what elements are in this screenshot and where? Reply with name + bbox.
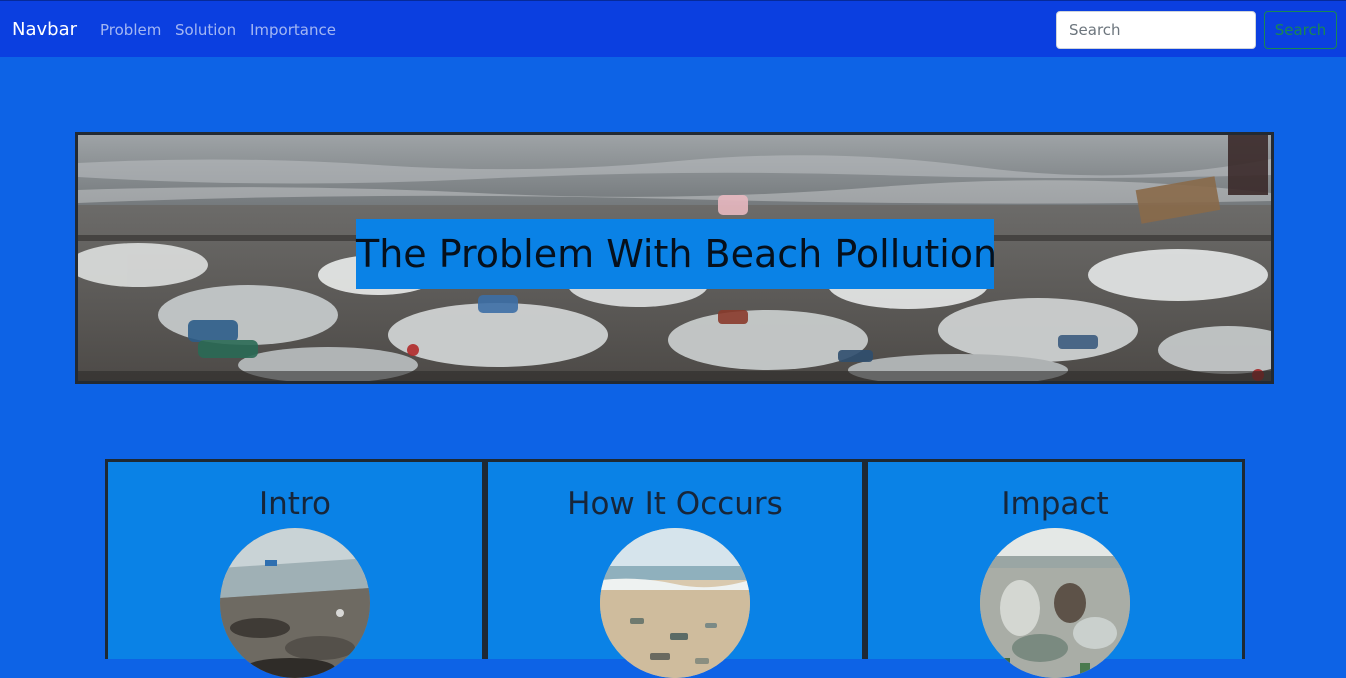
impact-thumbnail-image	[980, 528, 1130, 678]
hero-banner: The Problem With Beach Pollution	[75, 132, 1274, 384]
navbar: Navbar Problem Solution Importance Searc…	[0, 0, 1346, 57]
how-it-occurs-thumbnail-image	[600, 528, 750, 678]
intro-thumbnail-image	[220, 528, 370, 678]
search-input[interactable]	[1056, 11, 1256, 49]
card-title: How It Occurs	[567, 486, 783, 522]
hero-title: The Problem With Beach Pollution	[356, 219, 997, 289]
card-impact: Impact	[865, 459, 1245, 678]
navbar-brand[interactable]: Navbar	[12, 18, 77, 42]
card-intro: Intro	[105, 459, 485, 678]
search-button[interactable]: Search	[1264, 11, 1337, 49]
card-how-it-occurs: How It Occurs	[485, 459, 865, 678]
nav-link-problem[interactable]: Problem	[100, 20, 161, 40]
nav-link-importance[interactable]: Importance	[250, 20, 336, 40]
card-title: Impact	[1001, 486, 1109, 522]
card-title: Intro	[259, 486, 331, 522]
nav-link-solution[interactable]: Solution	[175, 20, 236, 40]
